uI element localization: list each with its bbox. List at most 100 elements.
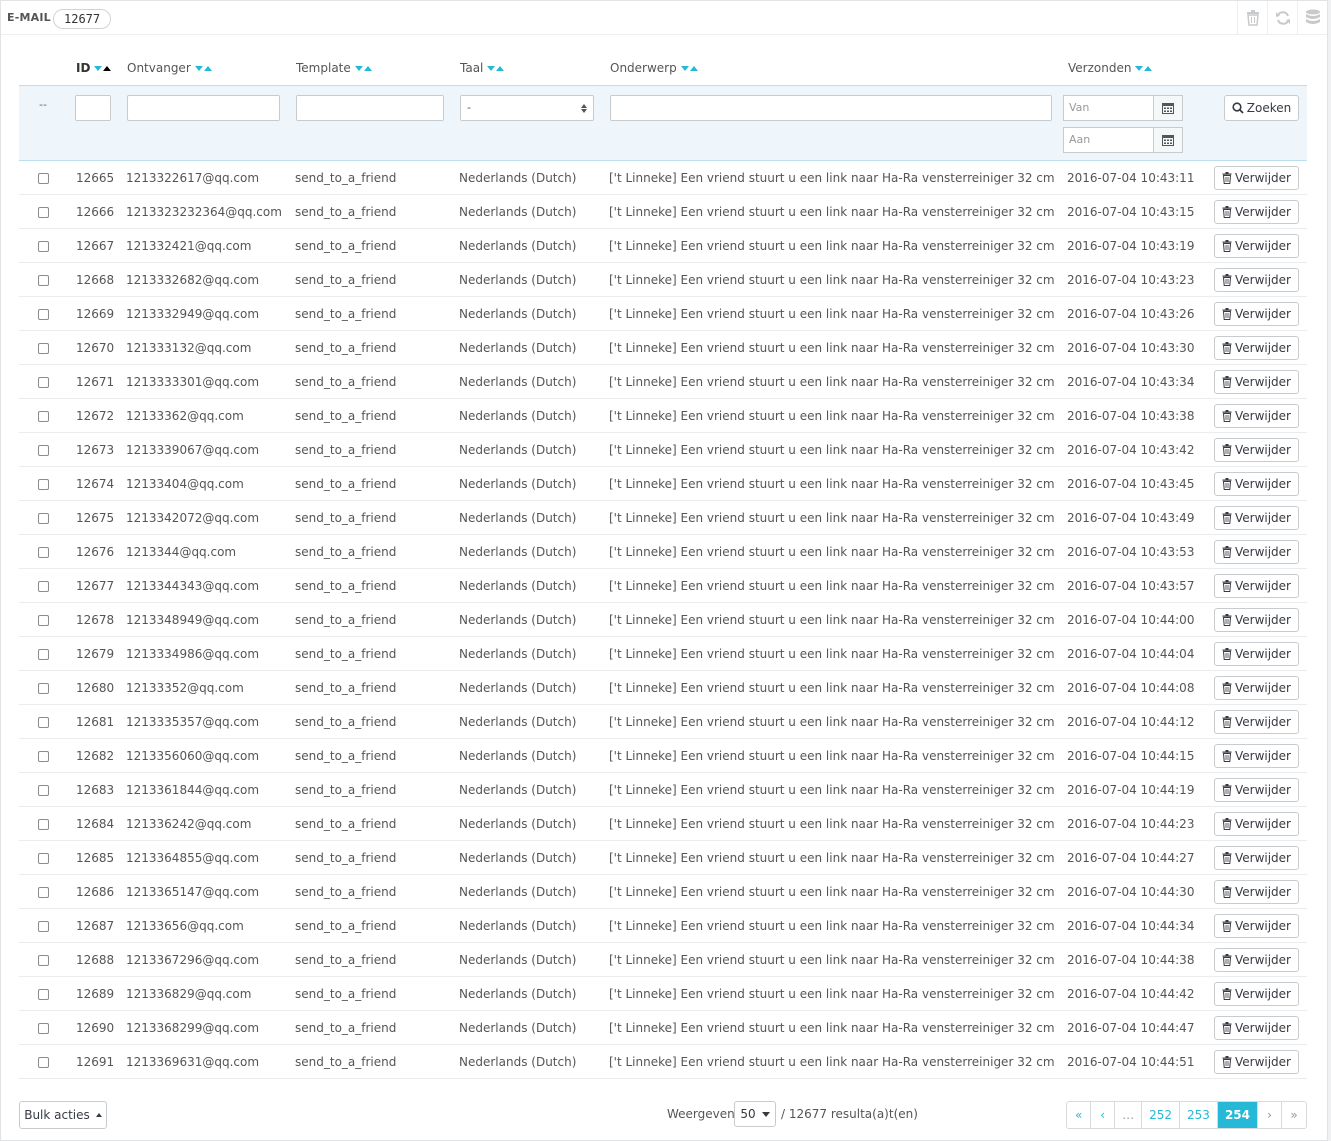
row-checkbox[interactable] [38,955,49,966]
cell-id: 12685 [76,851,115,865]
delete-button[interactable]: Verwijder [1214,200,1299,224]
row-checkbox[interactable] [38,649,49,660]
delete-button[interactable]: Verwijder [1214,880,1299,904]
delete-button[interactable]: Verwijder [1214,302,1299,326]
delete-button[interactable]: Verwijder [1214,574,1299,598]
column-header-language[interactable]: Taal [460,61,505,75]
delete-button[interactable]: Verwijder [1214,642,1299,666]
row-checkbox[interactable] [38,513,49,524]
delete-button[interactable]: Verwijder [1214,778,1299,802]
delete-button[interactable]: Verwijder [1214,336,1299,360]
delete-button[interactable]: Verwijder [1214,1016,1299,1040]
delete-button[interactable]: Verwijder [1214,268,1299,292]
prev-page-button[interactable]: ‹ [1091,1102,1116,1128]
column-header-sent[interactable]: Verzonden [1068,61,1153,75]
cell-recipient: 12133404@qq.com [126,477,244,491]
filter-subject-input[interactable] [610,95,1052,121]
delete-button[interactable]: Verwijder [1214,710,1299,734]
row-checkbox[interactable] [38,309,49,320]
row-checkbox[interactable] [38,377,49,388]
cell-sent: 2016-07-04 10:43:57 [1067,579,1195,593]
delete-button[interactable]: Verwijder [1214,846,1299,870]
sort-icon[interactable] [680,65,698,71]
per-page-value: 50 [740,1107,756,1121]
row-checkbox[interactable] [38,275,49,286]
delete-button[interactable]: Verwijder [1214,948,1299,972]
row-checkbox[interactable] [38,1057,49,1068]
row-checkbox[interactable] [38,615,49,626]
first-page-button[interactable]: « [1067,1102,1092,1128]
trash-icon[interactable] [1237,1,1267,35]
row-checkbox[interactable] [38,343,49,354]
filter-recipient-input[interactable] [127,95,280,121]
row-checkbox[interactable] [38,887,49,898]
sort-icon[interactable] [94,65,112,71]
delete-button[interactable]: Verwijder [1214,370,1299,394]
row-checkbox[interactable] [38,717,49,728]
table-row: 12684 121336242@qq.com send_to_a_friend Ned… [19,807,1307,841]
filter-id-input[interactable] [75,95,111,121]
row-checkbox[interactable] [38,547,49,558]
delete-button[interactable]: Verwijder [1214,1050,1299,1074]
delete-button[interactable]: Verwijder [1214,404,1299,428]
page-button-current[interactable]: 254 [1217,1102,1258,1128]
date-to-input[interactable]: Aan [1063,127,1153,153]
sort-icon[interactable] [194,65,212,71]
delete-button[interactable]: Verwijder [1214,676,1299,700]
table-row: 12673 1213339067@qq.com send_to_a_friend Ne… [19,433,1307,467]
delete-button[interactable]: Verwijder [1214,982,1299,1006]
sort-icon[interactable] [354,65,372,71]
row-checkbox[interactable] [38,207,49,218]
row-checkbox[interactable] [38,479,49,490]
table-row: 12670 121333132@qq.com send_to_a_friend Ned… [19,331,1307,365]
cell-recipient: 1213322617@qq.com [126,171,260,185]
sort-icon[interactable] [487,65,505,71]
calendar-icon[interactable] [1153,127,1183,153]
trash-icon [1222,716,1232,728]
column-header-id[interactable]: ID [76,61,112,75]
row-checkbox[interactable] [38,819,49,830]
row-checkbox[interactable] [38,241,49,252]
delete-button[interactable]: Verwijder [1214,608,1299,632]
delete-button-label: Verwijder [1234,1021,1291,1035]
delete-button[interactable]: Verwijder [1214,438,1299,462]
delete-button[interactable]: Verwijder [1214,234,1299,258]
cell-recipient: 12133352@qq.com [126,681,244,695]
row-checkbox[interactable] [38,683,49,694]
filter-language-select[interactable]: - [460,95,594,121]
delete-button[interactable]: Verwijder [1214,540,1299,564]
filter-template-input[interactable] [296,95,444,121]
database-icon[interactable] [1297,1,1327,35]
date-from-input[interactable]: Van [1063,95,1153,121]
search-button[interactable]: Zoeken [1224,95,1299,121]
bulk-actions-button[interactable]: Bulk acties [19,1101,107,1129]
row-checkbox[interactable] [38,921,49,932]
row-checkbox[interactable] [38,581,49,592]
page-button[interactable]: 252 [1142,1102,1181,1128]
row-checkbox[interactable] [38,1023,49,1034]
delete-button[interactable]: Verwijder [1214,166,1299,190]
delete-button[interactable]: Verwijder [1214,812,1299,836]
refresh-icon[interactable] [1267,1,1297,35]
row-checkbox[interactable] [38,853,49,864]
per-page-select[interactable]: 50 [734,1101,776,1127]
row-checkbox[interactable] [38,411,49,422]
calendar-icon[interactable] [1153,95,1183,121]
column-header-template[interactable]: Template [296,61,372,75]
column-header-subject[interactable]: Onderwerp [610,61,698,75]
row-checkbox[interactable] [38,989,49,1000]
next-page-button[interactable]: › [1258,1102,1282,1128]
sort-icon[interactable] [1135,65,1153,71]
last-page-button[interactable]: » [1282,1102,1306,1128]
cell-id: 12671 [76,375,115,389]
row-checkbox[interactable] [38,173,49,184]
row-checkbox[interactable] [38,445,49,456]
page-button[interactable]: 253 [1180,1102,1218,1128]
delete-button[interactable]: Verwijder [1214,472,1299,496]
delete-button[interactable]: Verwijder [1214,914,1299,938]
column-header-recipient[interactable]: Ontvanger [127,61,212,75]
delete-button[interactable]: Verwijder [1214,506,1299,530]
row-checkbox[interactable] [38,751,49,762]
row-checkbox[interactable] [38,785,49,796]
delete-button[interactable]: Verwijder [1214,744,1299,768]
